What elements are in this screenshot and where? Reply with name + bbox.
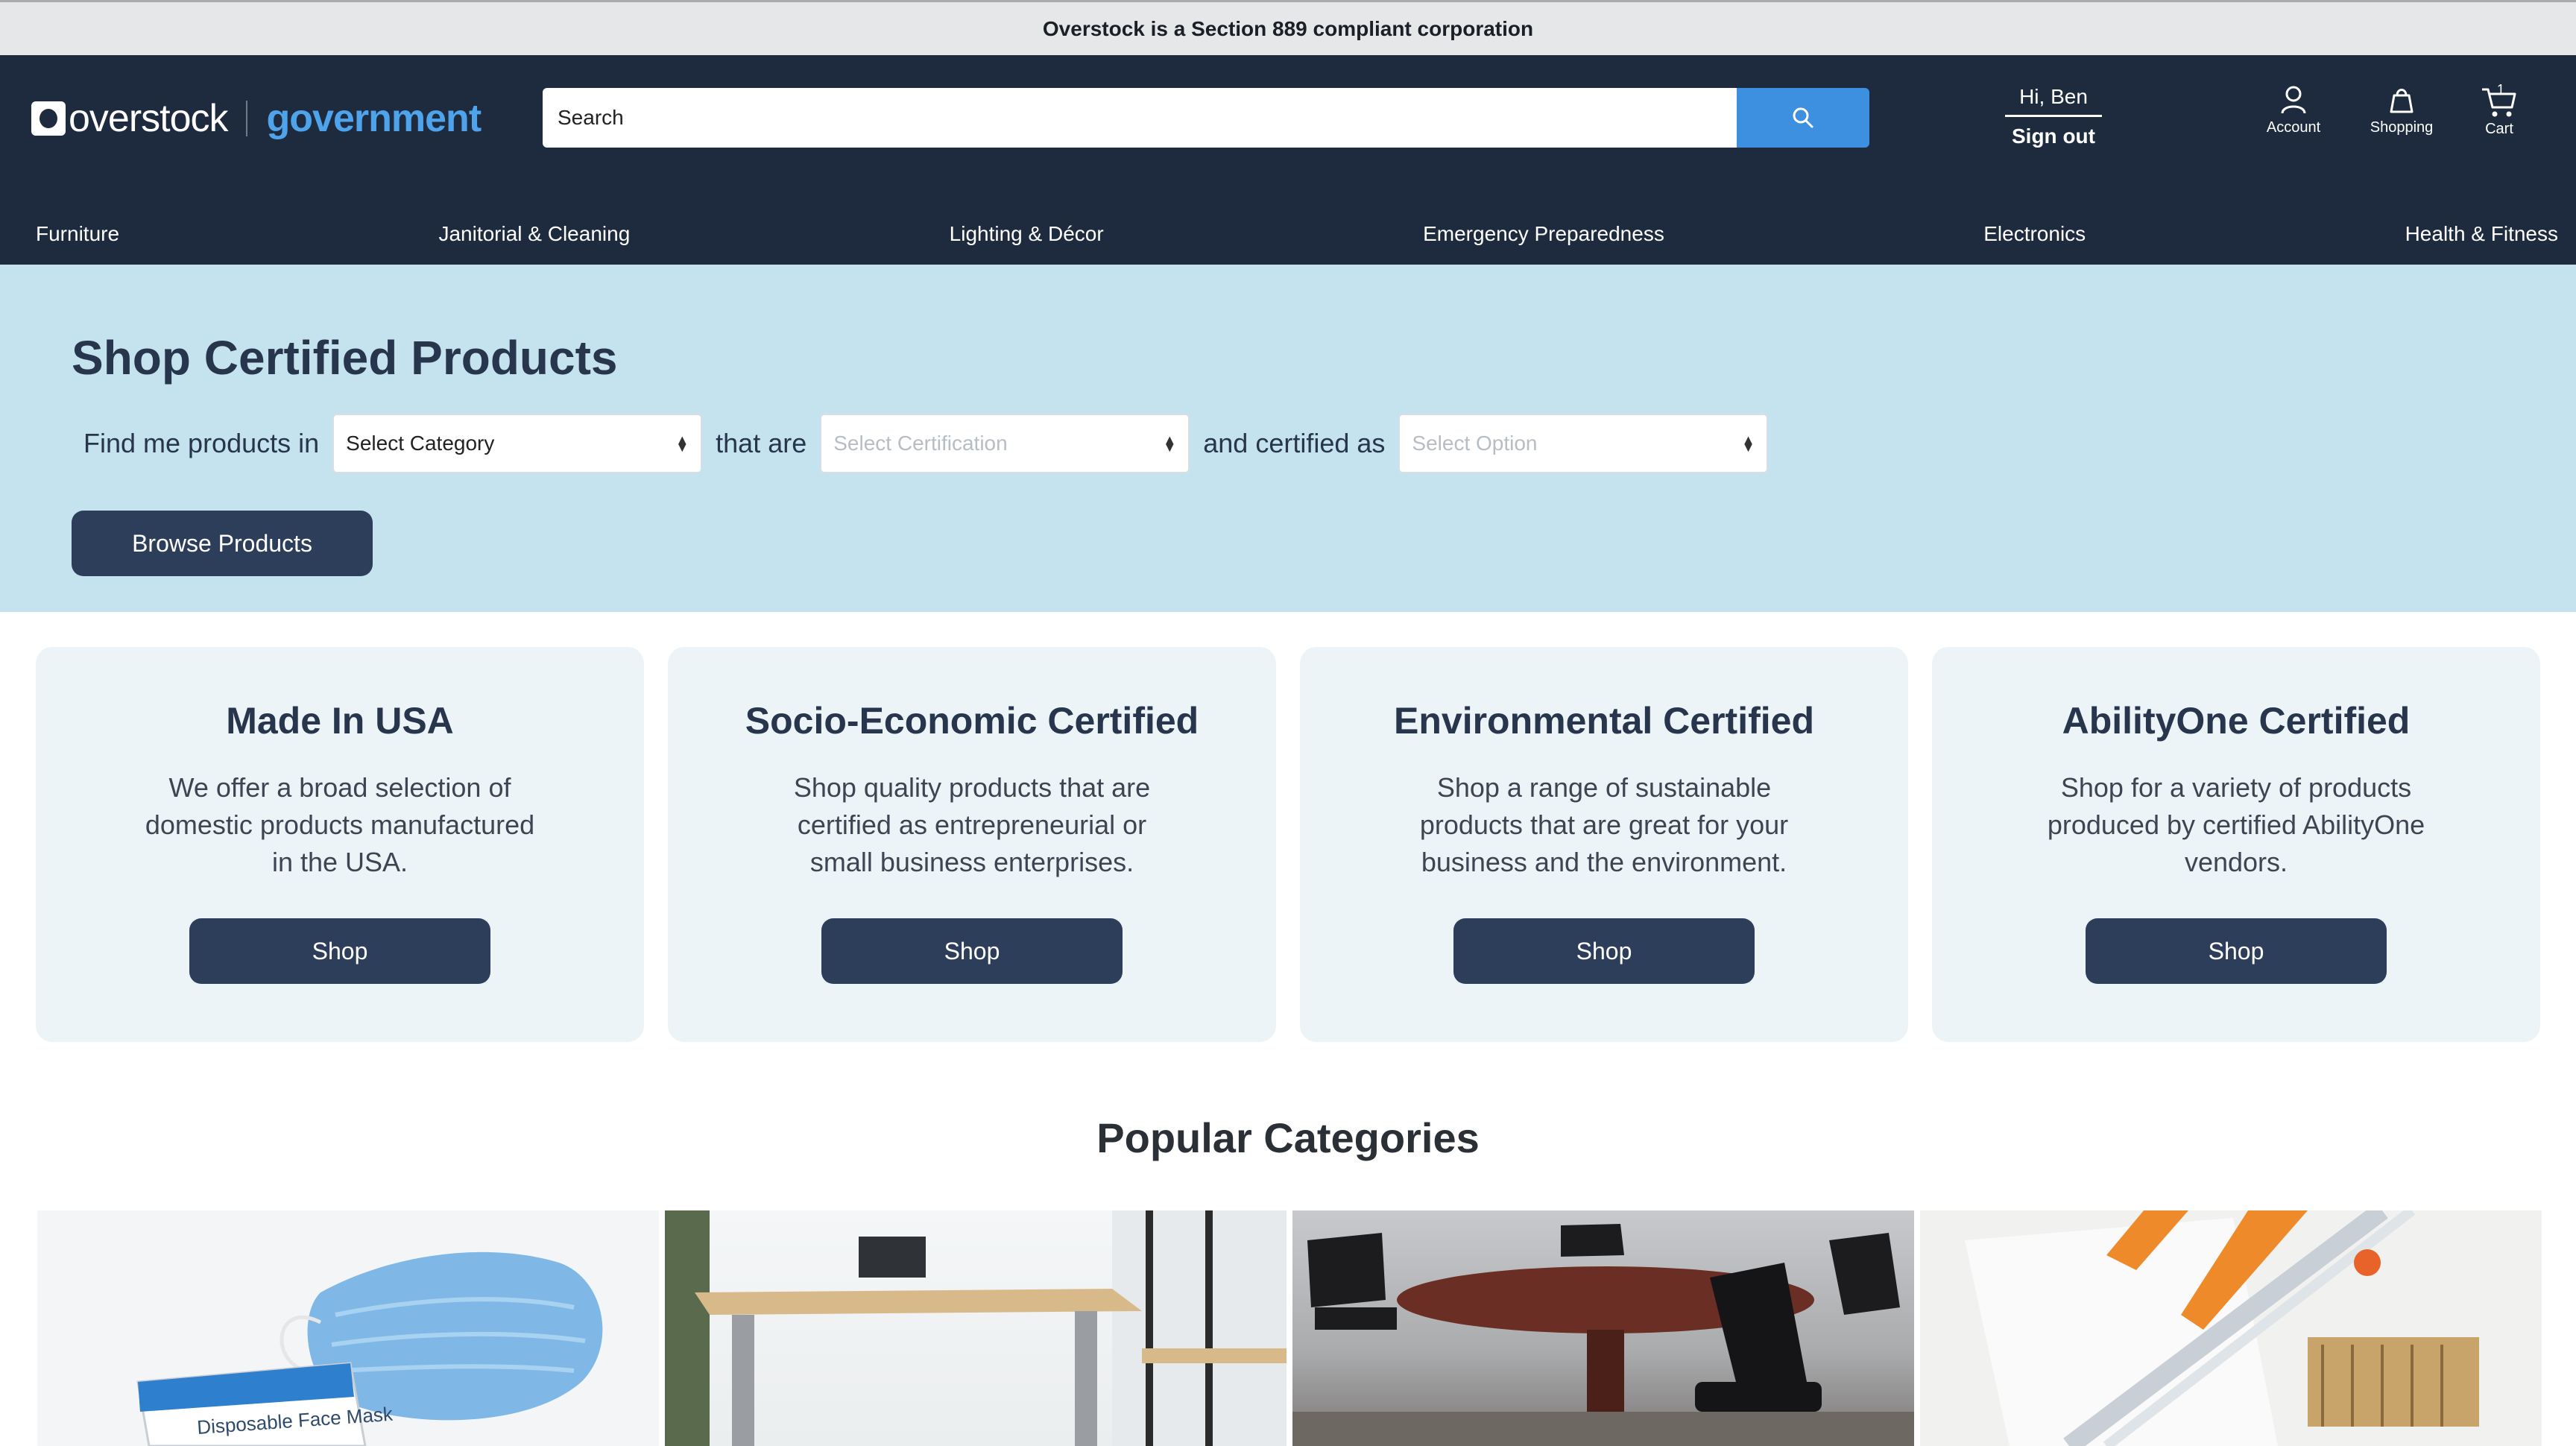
- nav-furniture[interactable]: Furniture: [36, 222, 119, 246]
- paper-trimmer-product-image: [1920, 1210, 2542, 1446]
- category-tile-office-supplies[interactable]: [1920, 1210, 2542, 1446]
- finder-label-that-are: that are: [716, 428, 807, 458]
- nav-health-fitness[interactable]: Health & Fitness: [2405, 222, 2558, 246]
- popular-categories-title: Popular Categories: [1096, 1114, 1480, 1161]
- card-description: Shop quality products that are certified…: [793, 772, 1151, 877]
- logo-government: government: [266, 97, 482, 140]
- shop-abilityone-button[interactable]: Shop: [2086, 918, 2387, 984]
- certification-select[interactable]: Select Certification ▲ ▼: [820, 414, 1190, 473]
- logo-mark-icon: [31, 101, 66, 136]
- category-select[interactable]: Select Category ▲ ▼: [332, 414, 703, 473]
- shop-made-in-usa-button[interactable]: Shop: [189, 918, 490, 984]
- card-environmental: Environmental Certified Shop a range of …: [1300, 647, 1908, 1042]
- card-title: Environmental Certified: [1394, 700, 1814, 742]
- card-abilityone: AbilityOne Certified Shop for a variety …: [1932, 647, 2540, 1042]
- search-button[interactable]: [1737, 88, 1869, 148]
- search-icon: [1793, 107, 1813, 128]
- compliance-banner: Overstock is a Section 889 compliant cor…: [0, 0, 2576, 55]
- standing-desk-product-image: [665, 1210, 1287, 1446]
- nav-emergency-preparedness[interactable]: Emergency Preparedness: [1423, 222, 1664, 246]
- certification-cards: Made In USA We offer a broad selection o…: [36, 647, 2540, 1042]
- user-greeting: Hi, Ben: [2005, 85, 2102, 117]
- option-select-placeholder: Select Option: [1412, 432, 1538, 455]
- card-title: Made In USA: [226, 700, 454, 742]
- shopping-bag-icon: [2390, 89, 2414, 113]
- browse-products-button[interactable]: Browse Products: [72, 511, 373, 576]
- logo-divider: [245, 101, 247, 136]
- popular-categories-grid: Disposable Face Mask: [37, 1210, 2542, 1446]
- card-description: We offer a broad selection of domestic p…: [145, 772, 535, 877]
- card-title: AbilityOne Certified: [2062, 700, 2411, 742]
- logo-wordmark: overstock: [69, 97, 229, 140]
- conference-room-product-image: [1292, 1224, 1914, 1446]
- category-nav: Furniture Janitorial & Cleaning Lighting…: [0, 204, 2576, 264]
- account-label: Account: [2266, 119, 2321, 136]
- cart-count: 1: [2496, 82, 2505, 97]
- card-made-in-usa: Made In USA We offer a broad selection o…: [36, 647, 644, 1042]
- select-arrows-icon: ▲ ▼: [1741, 432, 1755, 455]
- cart-label: Cart: [2485, 121, 2513, 137]
- search-input[interactable]: [543, 88, 1737, 148]
- shop-socio-economic-button[interactable]: Shop: [821, 918, 1123, 984]
- category-select-value: Select Category: [346, 432, 495, 455]
- user-menu: Hi, Ben Sign out: [2005, 85, 2102, 148]
- sign-out-link[interactable]: Sign out: [2005, 124, 2102, 148]
- nav-janitorial-cleaning[interactable]: Janitorial & Cleaning: [438, 222, 630, 246]
- nav-electronics[interactable]: Electronics: [1983, 222, 2086, 246]
- nav-lighting-decor[interactable]: Lighting & Décor: [950, 222, 1104, 246]
- finder-label-find: Find me products in: [83, 428, 320, 458]
- card-description: Shop for a variety of products produced …: [2047, 772, 2425, 877]
- account-icon: [2281, 86, 2306, 114]
- product-finder: Find me products in Select Category ▲ ▼ t…: [83, 414, 1781, 473]
- certification-select-placeholder: Select Certification: [833, 432, 1008, 455]
- card-description: Shop a range of sustainable products tha…: [1419, 772, 1789, 877]
- category-tile-conference[interactable]: [1292, 1210, 1914, 1446]
- hero-title: Shop Certified Products: [72, 331, 618, 385]
- option-select[interactable]: Select Option ▲ ▼: [1398, 414, 1769, 473]
- shopping-label: Shopping: [2370, 119, 2434, 136]
- shop-environmental-button[interactable]: Shop: [1453, 918, 1755, 984]
- card-title: Socio-Economic Certified: [745, 700, 1199, 742]
- cart-button[interactable]: 1 Cart: [2455, 82, 2544, 138]
- category-tile-face-masks[interactable]: Disposable Face Mask: [37, 1210, 659, 1446]
- select-arrows-icon: ▲ ▼: [675, 432, 689, 455]
- select-arrows-icon: ▲ ▼: [1163, 432, 1177, 455]
- site-header: overstock government Hi, Ben Sign out Ac…: [0, 55, 2576, 265]
- logo[interactable]: overstock government: [31, 94, 482, 143]
- certified-products-hero: Shop Certified Products Find me products…: [0, 265, 2576, 612]
- category-tile-desks[interactable]: [665, 1210, 1287, 1446]
- search-bar: [543, 88, 1869, 148]
- compliance-banner-text: Overstock is a Section 889 compliant cor…: [1042, 16, 1534, 40]
- card-socio-economic: Socio-Economic Certified Shop quality pr…: [668, 647, 1276, 1042]
- face-mask-product-image: Disposable Face Mask: [136, 1251, 603, 1446]
- account-button[interactable]: Account: [2249, 85, 2338, 136]
- finder-label-certified-as: and certified as: [1203, 428, 1386, 458]
- shopping-button[interactable]: Shopping: [2357, 85, 2446, 136]
